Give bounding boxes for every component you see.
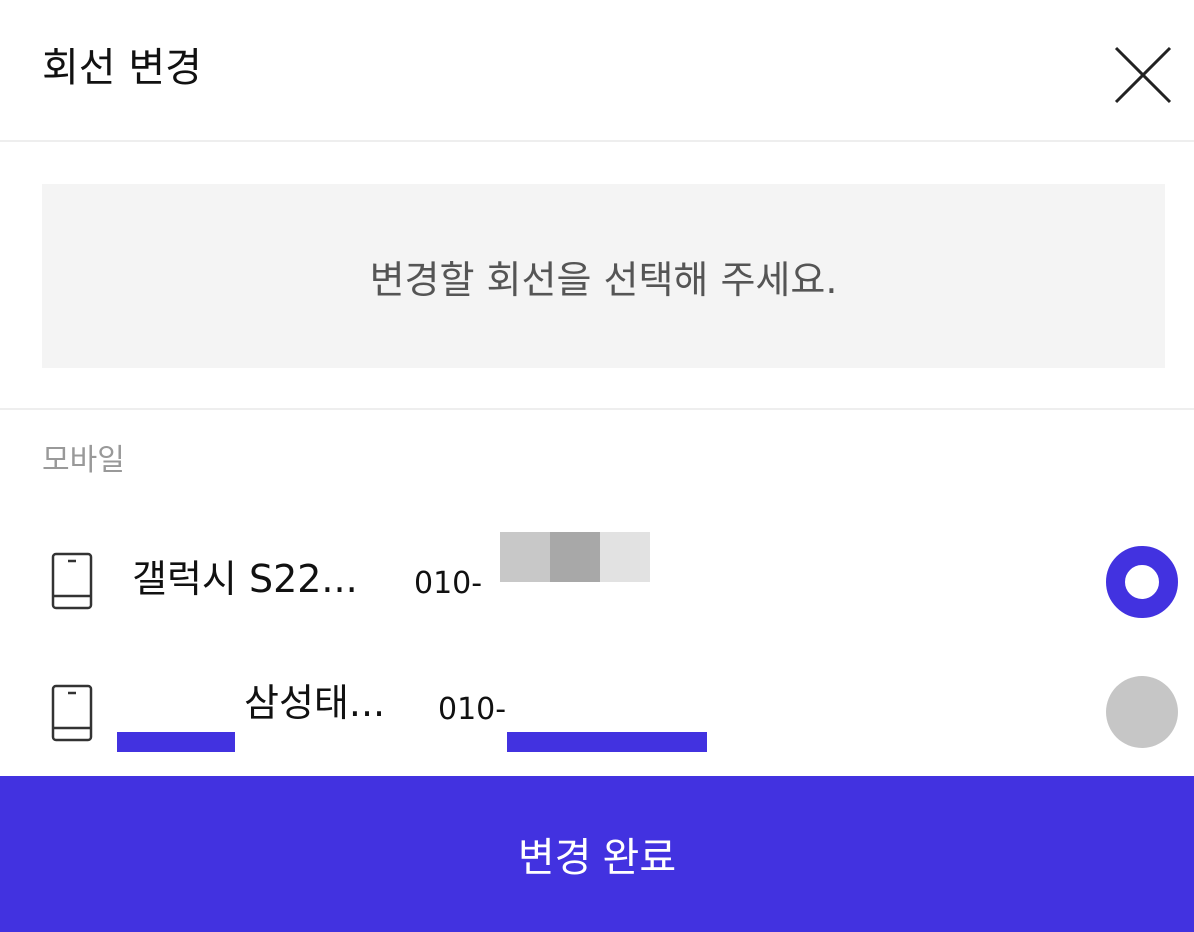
sheet-title: 회선 변경: [42, 45, 202, 91]
redacted-number-bar: [507, 732, 707, 752]
device-name: 삼성태...: [244, 681, 386, 725]
radio-selected[interactable]: [1106, 546, 1178, 618]
redacted-number-block: [550, 532, 600, 582]
close-button[interactable]: [1108, 40, 1178, 110]
change-line-sheet: 회선 변경 변경할 회선을 선택해 주세요. 모바일 갤럭시 S22... 01…: [0, 0, 1194, 932]
radio-unselected[interactable]: [1106, 676, 1178, 748]
instruction-banner: 변경할 회선을 선택해 주세요.: [42, 184, 1165, 368]
phone-icon: [51, 552, 93, 610]
section-label-mobile: 모바일: [42, 443, 125, 478]
phone-icon: [51, 684, 93, 742]
redacted-number-block: [500, 532, 550, 582]
sheet-header: 회선 변경: [0, 0, 1194, 142]
phone-number-prefix: 010-: [438, 692, 507, 727]
close-icon: [1114, 46, 1172, 104]
confirm-change-button[interactable]: 변경 완료: [0, 776, 1194, 932]
redacted-number-block: [600, 532, 650, 582]
instruction-text: 변경할 회선을 선택해 주세요.: [369, 257, 838, 302]
phone-number-prefix: 010-: [414, 566, 483, 601]
section-divider: [0, 408, 1194, 410]
redacted-name-bar: [117, 732, 235, 752]
confirm-change-label: 변경 완료: [517, 836, 677, 880]
line-item-samsung[interactable]: 삼성태... 010-: [0, 658, 1194, 768]
line-item-galaxy[interactable]: 갤럭시 S22... 010-: [0, 528, 1194, 638]
device-name: 갤럭시 S22...: [132, 557, 358, 601]
